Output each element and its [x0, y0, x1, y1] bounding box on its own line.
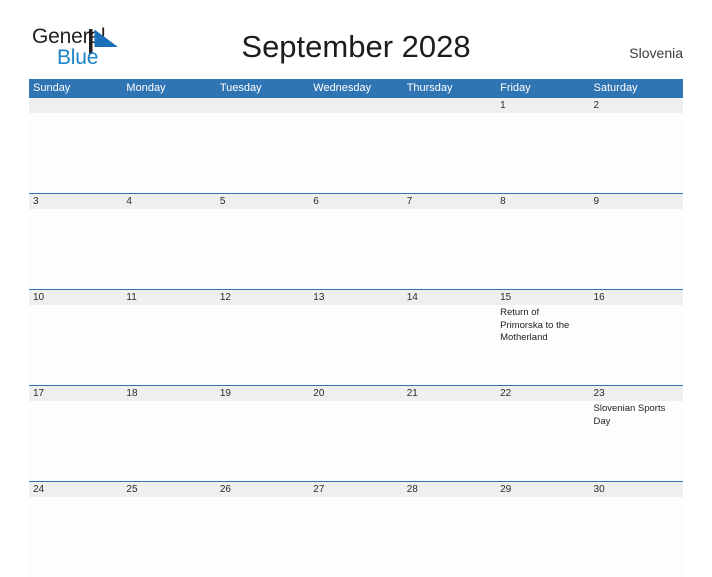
day-number[interactable]: 12	[216, 290, 309, 305]
day-number[interactable]: 5	[216, 194, 309, 209]
week-row: 1 2	[29, 97, 683, 193]
day-number[interactable]: 2	[590, 98, 683, 113]
day-cell[interactable]	[215, 305, 310, 385]
day-cell[interactable]	[309, 209, 403, 289]
day-number[interactable]: 15	[496, 290, 589, 305]
day-cell[interactable]	[215, 497, 310, 577]
day-cell[interactable]	[402, 401, 497, 481]
day-cell[interactable]	[496, 209, 590, 289]
day-cell[interactable]	[122, 401, 216, 481]
weekday-saturday: Saturday	[593, 82, 638, 94]
day-number[interactable]: 28	[403, 482, 496, 497]
day-cell[interactable]	[589, 209, 683, 289]
day-number[interactable]: 21	[403, 386, 496, 401]
day-number[interactable]: 27	[309, 482, 402, 497]
day-cell[interactable]	[29, 497, 123, 577]
day-cell[interactable]	[402, 113, 497, 193]
day-number[interactable]: 3	[29, 194, 122, 209]
day-cell[interactable]	[402, 209, 497, 289]
day-cell[interactable]	[309, 497, 403, 577]
day-number[interactable]	[122, 98, 215, 113]
weekday-monday: Monday	[126, 82, 166, 94]
day-number[interactable]: 10	[29, 290, 122, 305]
day-cell[interactable]	[215, 209, 310, 289]
day-number[interactable]: 20	[309, 386, 402, 401]
day-cell[interactable]	[589, 113, 683, 193]
date-number-band: 3 4 5 6 7 8 9	[29, 194, 683, 209]
day-cell[interactable]	[496, 401, 590, 481]
week-body: Return of Primorska to the Motherland	[29, 305, 683, 385]
day-cell[interactable]	[215, 401, 310, 481]
day-cell[interactable]	[122, 305, 216, 385]
day-event: Slovenian Sports Day	[593, 403, 666, 427]
day-event: Return of Primorska to the Motherland	[500, 307, 570, 343]
country-label: Slovenia	[629, 45, 683, 61]
day-cell[interactable]	[309, 401, 403, 481]
weekday-tuesday: Tuesday	[219, 82, 262, 94]
day-number[interactable]	[309, 98, 402, 113]
day-cell[interactable]	[122, 497, 216, 577]
page-header: General Blue September 2028 Slovenia	[0, 0, 712, 69]
day-cell[interactable]	[29, 209, 123, 289]
day-number[interactable]: 30	[590, 482, 683, 497]
calendar-grid: Sunday Monday Tuesday Wednesday Thursday…	[29, 79, 683, 577]
date-number-band: 10 11 12 13 14 15 16	[29, 290, 683, 305]
week-body	[29, 209, 683, 289]
day-number[interactable]: 23	[590, 386, 683, 401]
day-number[interactable]: 14	[403, 290, 496, 305]
week-row: 3 4 5 6 7 8 9	[29, 193, 683, 289]
day-cell[interactable]	[122, 209, 216, 289]
day-number[interactable]: 11	[122, 290, 215, 305]
day-number[interactable]: 17	[29, 386, 122, 401]
day-cell[interactable]	[589, 497, 683, 577]
date-number-band: 1 2	[29, 98, 683, 113]
day-number[interactable]: 9	[590, 194, 683, 209]
day-number[interactable]: 8	[496, 194, 589, 209]
day-number[interactable]: 18	[122, 386, 215, 401]
day-number[interactable]: 25	[122, 482, 215, 497]
day-number[interactable]: 1	[496, 98, 589, 113]
weekday-friday: Friday	[500, 82, 531, 94]
day-number[interactable]: 7	[403, 194, 496, 209]
day-cell[interactable]	[402, 497, 497, 577]
day-cell[interactable]	[402, 305, 497, 385]
day-cell-holiday[interactable]: Return of Primorska to the Motherland	[496, 305, 590, 385]
week-row: 24 25 26 27 28 29 30	[29, 481, 683, 577]
week-body: Slovenian Sports Day	[29, 401, 683, 481]
day-number[interactable]	[403, 98, 496, 113]
day-cell[interactable]	[215, 113, 310, 193]
day-cell[interactable]	[122, 113, 216, 193]
weekday-header-row: Sunday Monday Tuesday Wednesday Thursday…	[29, 79, 683, 97]
day-cell[interactable]	[496, 497, 590, 577]
week-row: 17 18 19 20 21 22 23 Slovenian Sports Da…	[29, 385, 683, 481]
date-number-band: 17 18 19 20 21 22 23	[29, 386, 683, 401]
day-cell[interactable]	[29, 401, 123, 481]
day-number[interactable]: 13	[309, 290, 402, 305]
weekday-sunday: Sunday	[33, 82, 71, 94]
day-number[interactable]: 6	[309, 194, 402, 209]
date-number-band: 24 25 26 27 28 29 30	[29, 482, 683, 497]
day-cell-holiday[interactable]: Slovenian Sports Day	[589, 401, 683, 481]
day-number[interactable]	[29, 98, 122, 113]
day-number[interactable]: 29	[496, 482, 589, 497]
day-number[interactable]: 24	[29, 482, 122, 497]
week-body	[29, 497, 683, 577]
week-row: 10 11 12 13 14 15 16 Return of Primorska…	[29, 289, 683, 385]
day-number[interactable]: 4	[122, 194, 215, 209]
day-number[interactable]: 22	[496, 386, 589, 401]
week-body	[29, 113, 683, 193]
day-cell[interactable]	[309, 113, 403, 193]
day-number[interactable]: 19	[216, 386, 309, 401]
day-number[interactable]	[216, 98, 309, 113]
day-cell[interactable]	[309, 305, 403, 385]
page-title: September 2028	[241, 29, 471, 64]
day-number[interactable]: 16	[590, 290, 683, 305]
day-cell[interactable]	[496, 113, 590, 193]
day-cell[interactable]	[29, 305, 123, 385]
weekday-thursday: Thursday	[406, 82, 453, 94]
day-cell[interactable]	[589, 305, 683, 385]
weekday-wednesday: Wednesday	[313, 82, 372, 94]
day-cell[interactable]	[29, 113, 123, 193]
day-number[interactable]: 26	[216, 482, 309, 497]
